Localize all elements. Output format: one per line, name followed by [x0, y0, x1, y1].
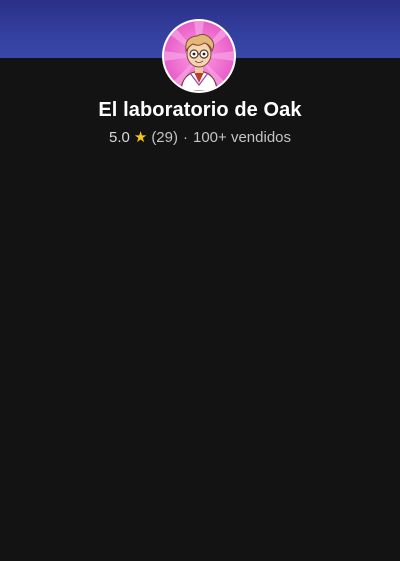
cartoon-professor-avatar-icon: [164, 21, 234, 91]
shop-avatar[interactable]: [162, 19, 236, 93]
shop-page: El laboratorio de Oak 5.0 ★ (29) · 100+ …: [0, 0, 400, 561]
shop-stats: 5.0 ★ (29) · 100+ vendidos: [0, 129, 400, 146]
sales-count: 100+ vendidos: [193, 129, 291, 146]
review-count-link[interactable]: (29): [151, 129, 178, 146]
separator-dot: ·: [183, 129, 188, 146]
star-icon: ★: [133, 129, 148, 146]
rating-value: 5.0: [109, 129, 130, 146]
shop-name: El laboratorio de Oak: [98, 99, 302, 121]
